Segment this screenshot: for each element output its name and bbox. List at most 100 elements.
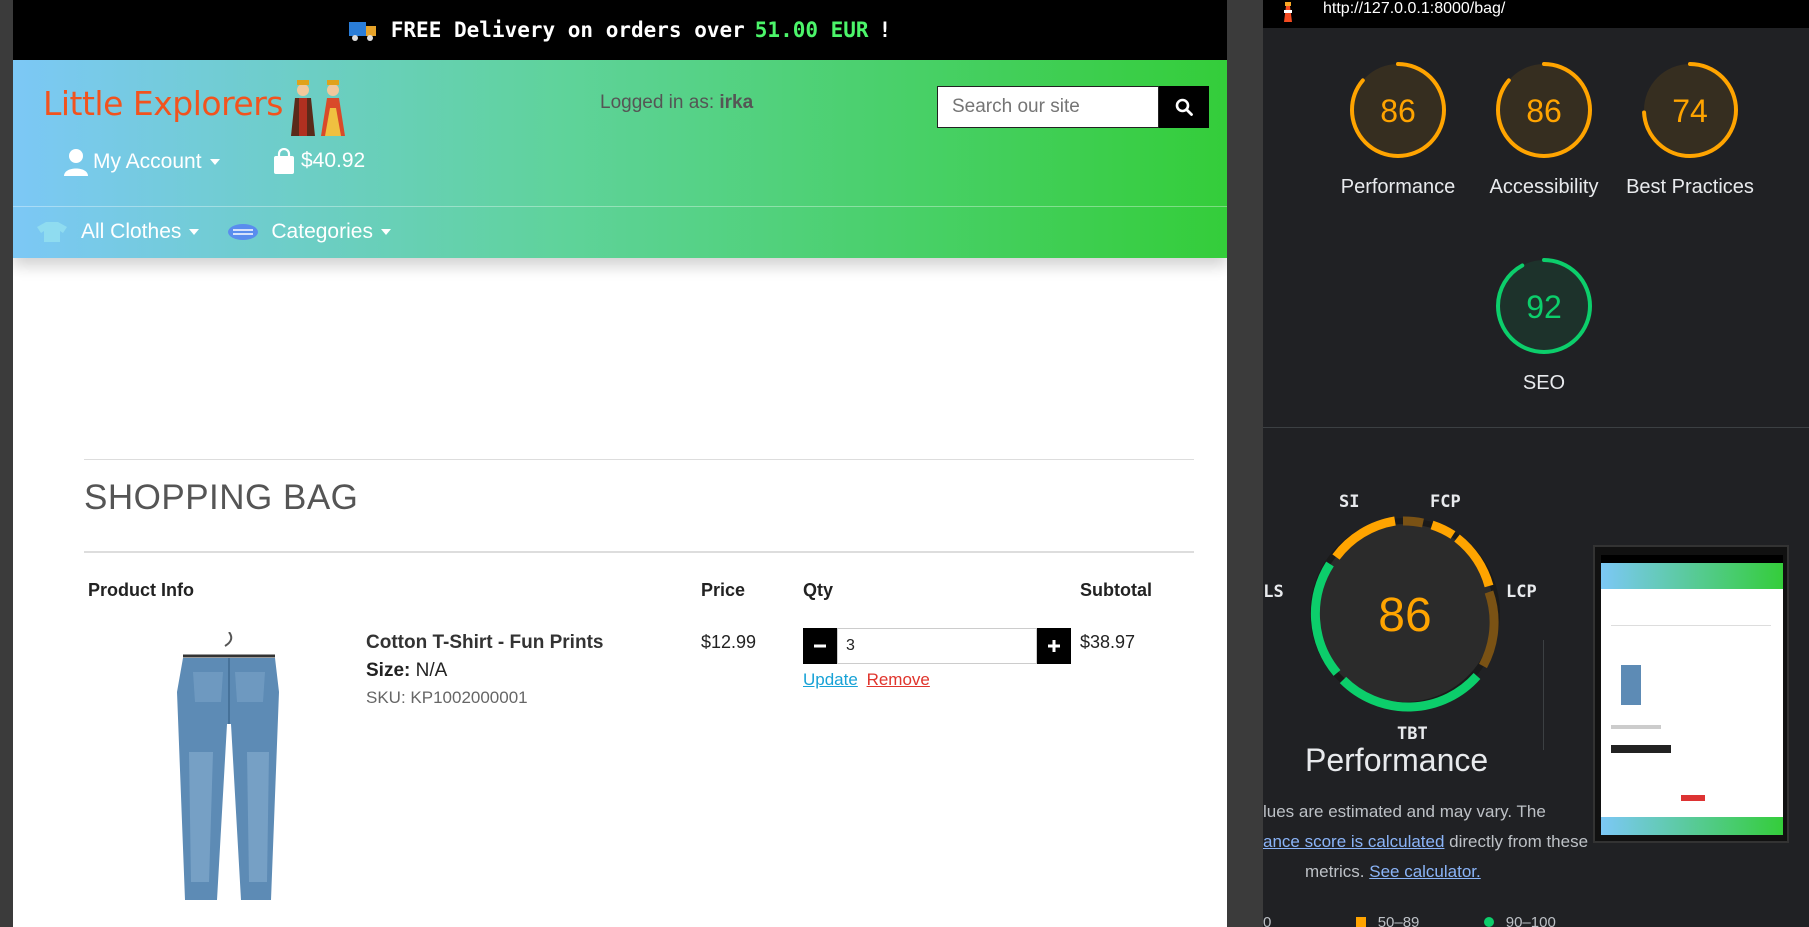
minus-icon bbox=[814, 644, 826, 648]
decrement-qty-button[interactable] bbox=[803, 628, 837, 664]
divider bbox=[1543, 640, 1544, 750]
site-logo[interactable]: Little Explorers bbox=[43, 84, 283, 123]
product-name: Cotton T-Shirt - Fun Prints bbox=[366, 632, 604, 653]
page-title: SHOPPING BAG bbox=[84, 478, 359, 517]
gauge-score: 86 bbox=[1380, 93, 1416, 129]
login-status: Logged in as: irka bbox=[600, 92, 753, 114]
column-header-price: Price bbox=[701, 580, 746, 600]
perf-description-line1: lues are estimated and may vary. The bbox=[1263, 802, 1546, 821]
chevron-down-icon bbox=[380, 229, 391, 235]
login-prefix: Logged in as: bbox=[600, 92, 715, 113]
gauge-label-best-practices: Best Practices bbox=[1626, 176, 1754, 198]
score-calculation-link[interactable]: ance score is calculated bbox=[1263, 832, 1444, 851]
column-header-subtotal: Subtotal bbox=[1080, 580, 1152, 600]
item-subtotal: $38.97 bbox=[1080, 632, 1136, 652]
gauge-label-performance: Performance bbox=[1340, 176, 1456, 198]
chevron-down-icon bbox=[209, 159, 220, 165]
product-sku: SKU: KP1002000001 bbox=[366, 688, 528, 707]
increment-qty-button[interactable] bbox=[1037, 628, 1071, 664]
quantity-stepper bbox=[803, 628, 1071, 664]
gauge-best-practices[interactable]: 74 bbox=[1640, 60, 1740, 160]
divider bbox=[84, 459, 1194, 460]
performance-metrics-gauge: 86 bbox=[1310, 516, 1500, 712]
lighthouse-icon bbox=[1284, 2, 1292, 22]
bag-total: $40.92 bbox=[301, 149, 366, 172]
legend-average-icon bbox=[1355, 917, 1366, 927]
shopping-bag-icon bbox=[274, 148, 294, 174]
size-label: Size: bbox=[366, 660, 411, 681]
metric-tbt: TBT bbox=[1397, 724, 1428, 744]
lighthouse-panel: http://127.0.0.1:8000/bag/ 86 86 74 92 P… bbox=[1263, 0, 1809, 927]
gauge-score: 86 bbox=[1526, 93, 1562, 129]
gauge-accessibility[interactable]: 86 bbox=[1494, 60, 1594, 160]
divider bbox=[1263, 427, 1809, 428]
thumbnail-image bbox=[1601, 555, 1783, 835]
gauge-label-seo: SEO bbox=[1522, 372, 1566, 394]
final-screenshot-thumbnail[interactable] bbox=[1593, 545, 1789, 843]
legend-pass-icon bbox=[1483, 917, 1494, 927]
nav-categories-label: Categories bbox=[271, 220, 373, 243]
royal-couple-icon bbox=[291, 80, 345, 136]
search-button[interactable] bbox=[1159, 86, 1209, 128]
divider bbox=[84, 551, 1194, 553]
nav-categories[interactable]: Categories bbox=[227, 220, 391, 244]
update-link[interactable]: Update bbox=[803, 670, 858, 689]
size-value: N/A bbox=[415, 660, 448, 681]
devtools-gap bbox=[1227, 0, 1263, 927]
shopping-bag-link[interactable]: $40.92 bbox=[273, 148, 365, 174]
gauge-score: 92 bbox=[1526, 289, 1562, 325]
user-icon bbox=[64, 149, 88, 176]
column-header-product: Product Info bbox=[88, 580, 194, 600]
qty-input[interactable] bbox=[837, 628, 1037, 664]
column-header-qty: Qty bbox=[803, 580, 834, 600]
perf-description-line2: ance score is calculated directly from t… bbox=[1263, 832, 1588, 852]
banner-suffix: ! bbox=[878, 18, 892, 42]
website-viewport: FREE Delivery on orders over 51.00 EUR !… bbox=[13, 0, 1227, 927]
perf-description-line3: metrics. See calculator. bbox=[1305, 862, 1481, 882]
search-icon bbox=[1175, 98, 1193, 116]
si-remaining-arc bbox=[1402, 516, 1424, 528]
remove-link[interactable]: Remove bbox=[867, 670, 930, 689]
report-url-bar: http://127.0.0.1:8000/bag/ bbox=[1263, 0, 1809, 28]
nav-divider bbox=[13, 206, 1227, 207]
categories-icon bbox=[228, 224, 259, 240]
big-score: 86 bbox=[1378, 589, 1431, 642]
metric-si: SI bbox=[1339, 492, 1360, 512]
metric-fcp: FCP bbox=[1430, 492, 1461, 512]
performance-title: Performance bbox=[1305, 742, 1489, 778]
legend-fail-range: 0 bbox=[1263, 914, 1272, 927]
gauge-performance[interactable]: 86 bbox=[1348, 60, 1448, 160]
tshirt-icon bbox=[37, 222, 67, 242]
score-legend: 0 50–89 90–100 bbox=[1263, 914, 1556, 927]
legend-pass-range: 90–100 bbox=[1505, 914, 1556, 927]
see-calculator-link[interactable]: See calculator. bbox=[1369, 862, 1481, 881]
item-actions: Update Remove bbox=[803, 670, 930, 690]
product-price: $12.99 bbox=[701, 632, 757, 652]
free-delivery-banner: FREE Delivery on orders over 51.00 EUR ! bbox=[13, 0, 1227, 60]
main-nav: All Clothes Categories bbox=[35, 220, 419, 244]
window-gutter bbox=[0, 0, 13, 927]
desc2-rest: directly from these bbox=[1444, 832, 1589, 851]
site-search bbox=[937, 86, 1209, 128]
my-account-label: My Account bbox=[93, 150, 202, 173]
login-username: irka bbox=[719, 92, 754, 113]
legend-average-range: 50–89 bbox=[1377, 914, 1420, 927]
product-image bbox=[177, 632, 279, 900]
metric-lcp: LCP bbox=[1506, 582, 1537, 602]
nav-all-clothes-label: All Clothes bbox=[81, 220, 182, 243]
banner-text: FREE Delivery on orders over bbox=[390, 18, 745, 42]
site-header: Little Explorers Logged in as: irka My A… bbox=[13, 60, 1227, 258]
gauge-score: 74 bbox=[1672, 93, 1708, 129]
gauge-seo[interactable]: 92 bbox=[1494, 256, 1594, 356]
desc3-prefix: metrics. bbox=[1305, 862, 1365, 881]
product-size: Size: N/A bbox=[366, 660, 447, 682]
report-url[interactable]: http://127.0.0.1:8000/bag/ bbox=[1323, 0, 1505, 18]
gauge-label-accessibility: Accessibility bbox=[1489, 176, 1599, 198]
my-account-menu[interactable]: My Account bbox=[63, 148, 220, 176]
metric-cls: CLS bbox=[1263, 582, 1284, 602]
plus-icon bbox=[1048, 640, 1060, 652]
truck-icon bbox=[348, 20, 377, 41]
chevron-down-icon bbox=[189, 229, 200, 235]
search-input[interactable] bbox=[937, 86, 1159, 128]
nav-all-clothes[interactable]: All Clothes bbox=[35, 220, 200, 244]
